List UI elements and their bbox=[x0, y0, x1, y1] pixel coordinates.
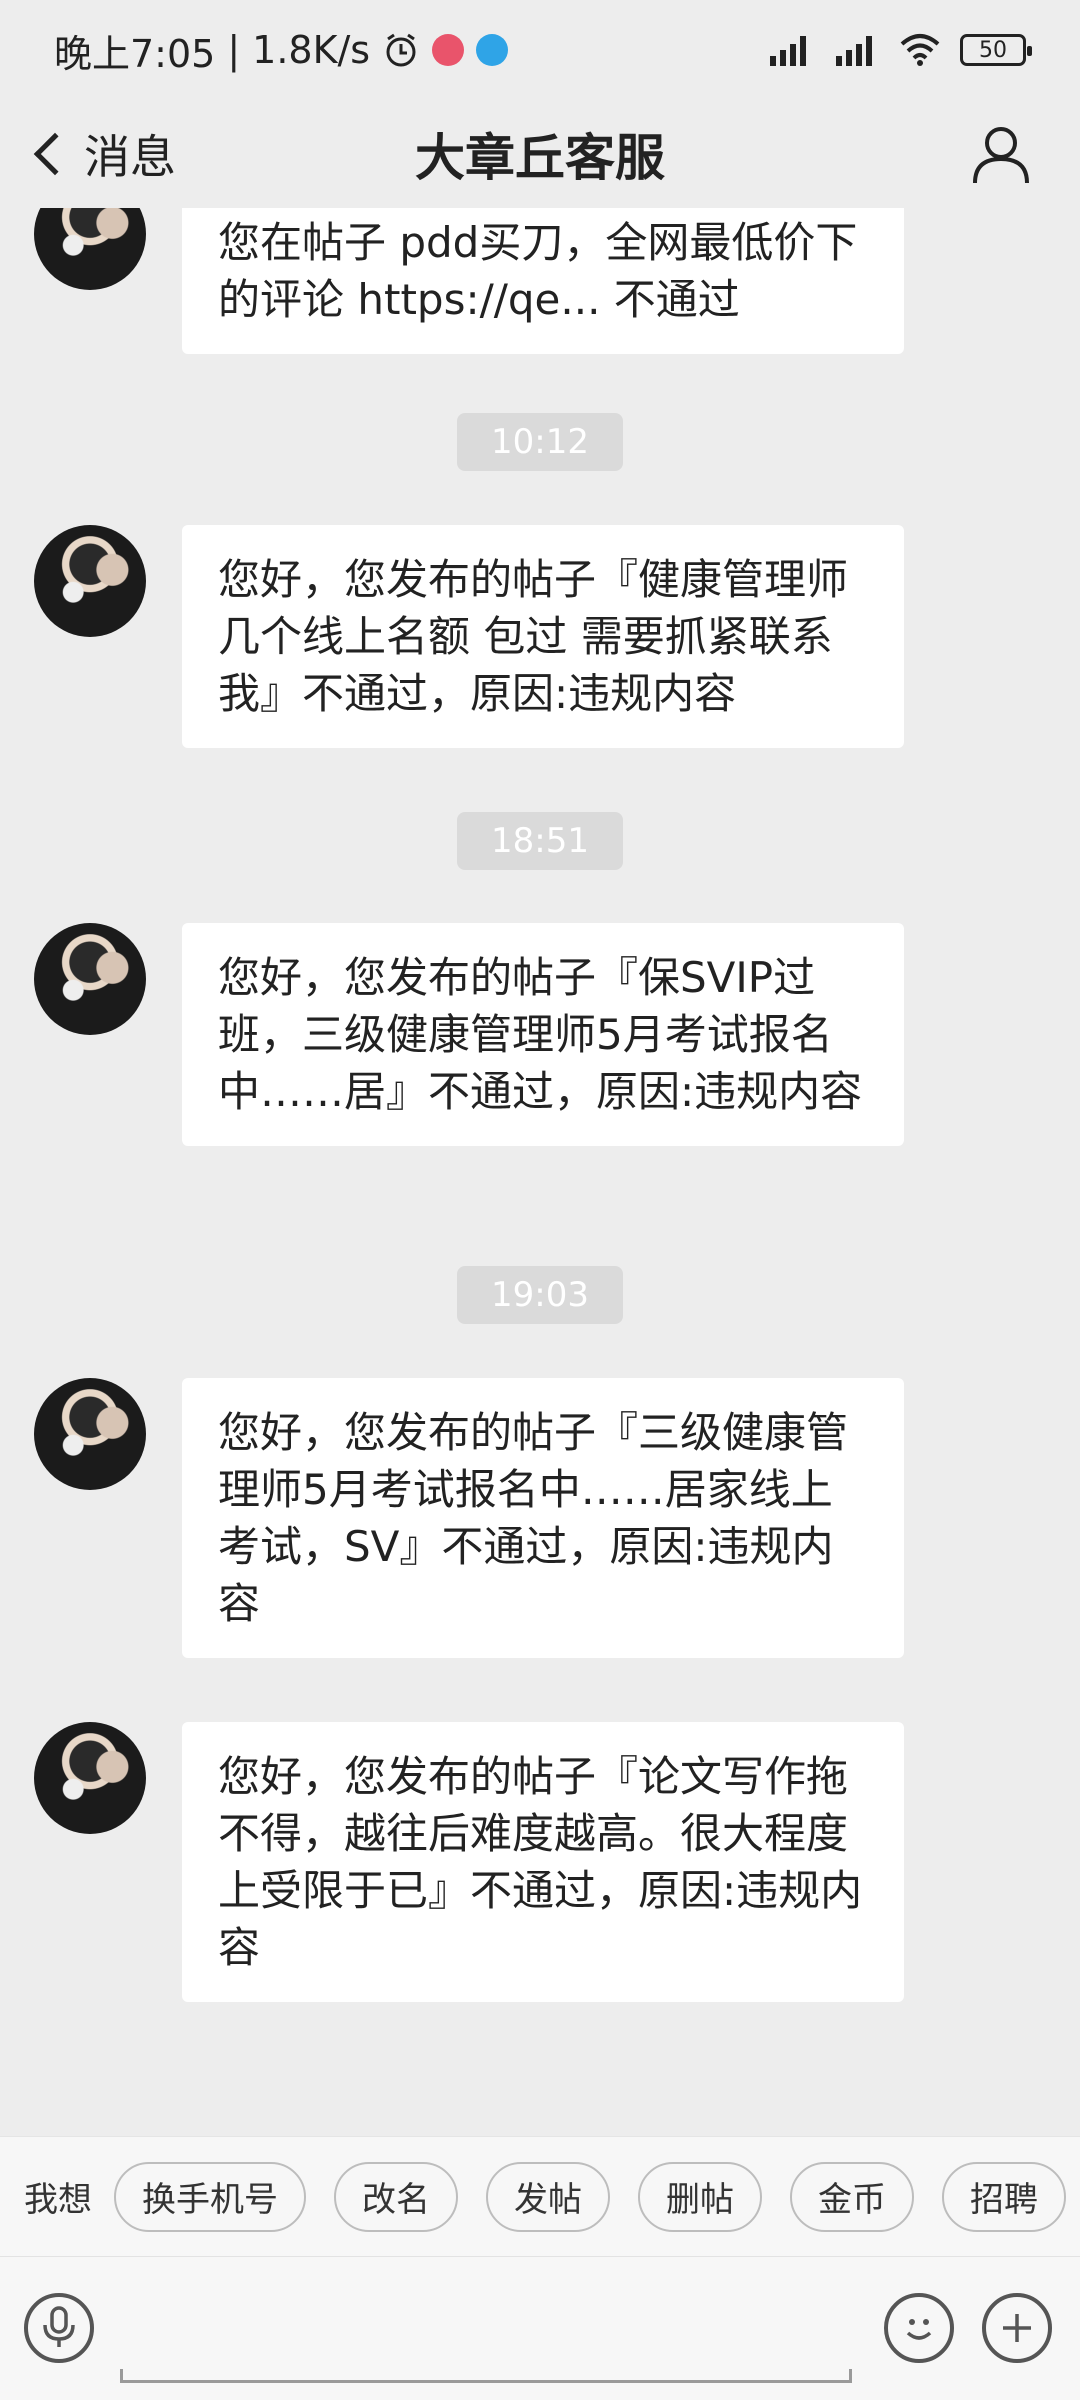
user-icon bbox=[973, 127, 1029, 184]
message-bubble[interactable]: 您好，您发布的帖子『保SVIP过班，三级健康管理师5月考试报名中……居』不通过，… bbox=[182, 923, 904, 1146]
back-arrow-icon bbox=[33, 132, 77, 176]
message-bubble[interactable]: 您好，您发布的帖子『三级健康管理师5月考试报名中……居家线上考试，SV』不通过，… bbox=[182, 1378, 904, 1658]
network-speed: 1.8K/s bbox=[252, 28, 371, 72]
quick-reply-chip[interactable]: 金币 bbox=[790, 2161, 914, 2232]
hd-signal-icon bbox=[770, 36, 806, 66]
alarm-icon bbox=[386, 33, 416, 67]
message-bubble[interactable]: 您好，您发布的帖子『论文写作拖不得，越往后难度越高。很大程度上受限于已』不通过，… bbox=[182, 1722, 904, 2002]
quick-reply-chip[interactable]: 改名 bbox=[334, 2161, 458, 2232]
input-bar bbox=[0, 2256, 1080, 2400]
plus-icon bbox=[1003, 2314, 1031, 2342]
microphone-icon bbox=[43, 2306, 75, 2347]
battery-icon: 50 bbox=[960, 34, 1032, 66]
voice-button[interactable] bbox=[24, 2293, 94, 2363]
status-bar: 晚上7:05 | 1.8K/s 50 bbox=[0, 0, 1080, 100]
wifi-icon bbox=[900, 34, 940, 66]
smiley-icon bbox=[906, 2319, 932, 2340]
quick-reply-bar: 我想 换手机号 改名 发帖 删帖 金币 招聘 bbox=[0, 2136, 1080, 2256]
profile-button[interactable] bbox=[956, 108, 1046, 198]
quick-reply-label: 我想 bbox=[24, 2180, 92, 2220]
avatar[interactable] bbox=[34, 1722, 146, 1834]
timestamp: 10:12 bbox=[457, 413, 623, 471]
app-notification-icon bbox=[432, 34, 465, 66]
status-divider: | bbox=[227, 28, 241, 72]
back-button[interactable]: 消息 bbox=[0, 121, 176, 187]
avatar[interactable] bbox=[34, 923, 146, 1035]
message-bubble[interactable]: 您在帖子 pdd买刀，全网最低价下的评论 https://qe... 不通过 bbox=[182, 208, 904, 354]
signal-icon bbox=[836, 36, 872, 66]
quick-reply-chip[interactable]: 删帖 bbox=[638, 2161, 762, 2232]
message-bubble[interactable]: 您好，您发布的帖子『健康管理师 几个线上名额 包过 需要抓紧联系我』不通过，原因… bbox=[182, 525, 904, 748]
avatar[interactable] bbox=[34, 1378, 146, 1490]
timestamp: 19:03 bbox=[457, 1266, 623, 1324]
avatar[interactable] bbox=[34, 525, 146, 637]
quick-reply-chip[interactable]: 发帖 bbox=[486, 2161, 610, 2232]
add-button[interactable] bbox=[982, 2293, 1052, 2363]
back-label: 消息 bbox=[84, 130, 176, 184]
chat-message-list[interactable]: 您在帖子 pdd买刀，全网最低价下的评论 https://qe... 不通过 1… bbox=[0, 208, 1080, 2136]
timestamp: 18:51 bbox=[457, 812, 623, 870]
avatar[interactable] bbox=[34, 208, 146, 290]
quick-reply-chips[interactable]: 换手机号 改名 发帖 删帖 金币 招聘 bbox=[114, 2161, 1066, 2232]
quick-reply-chip[interactable]: 招聘 bbox=[942, 2161, 1066, 2232]
status-time: 晚上7:05 bbox=[54, 31, 216, 76]
chat-header: 消息 大章丘客服 bbox=[0, 100, 1080, 208]
quick-reply-chip[interactable]: 换手机号 bbox=[114, 2161, 306, 2232]
message-input[interactable] bbox=[120, 2369, 852, 2383]
app-notification-icon-2 bbox=[476, 34, 509, 66]
emoji-button[interactable] bbox=[884, 2293, 954, 2363]
